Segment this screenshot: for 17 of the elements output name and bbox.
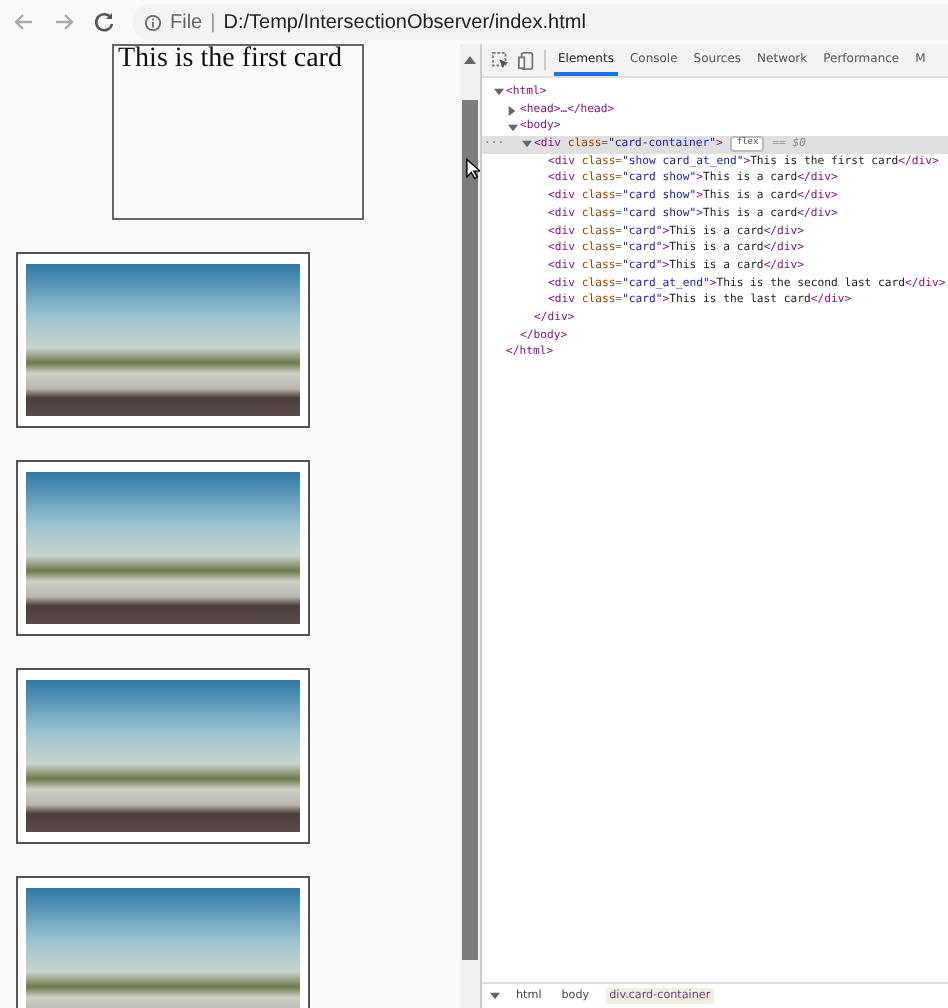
separator: | <box>210 11 216 33</box>
address-field[interactable]: File | D:/Temp/IntersectionObserver/index.html <box>132 4 948 40</box>
inspect-icon[interactable] <box>492 51 510 69</box>
collapse-icon[interactable] <box>490 992 500 1000</box>
expanded-icon[interactable] <box>494 88 504 97</box>
info-icon[interactable] <box>144 13 162 31</box>
expanded-icon[interactable] <box>522 140 532 149</box>
collapsed-icon[interactable] <box>508 105 516 116</box>
scrollbar-thumb[interactable] <box>462 100 478 960</box>
card-text: This is the first card <box>116 46 344 74</box>
expanded-icon[interactable] <box>508 123 518 132</box>
scroll-up-icon[interactable] <box>464 56 476 64</box>
url-text: D:/Temp/IntersectionObserver/index.html <box>223 11 586 33</box>
scrollbar[interactable] <box>460 44 480 1008</box>
scheme-label: File <box>170 11 203 33</box>
reload-icon[interactable] <box>92 10 116 34</box>
device-icon[interactable] <box>518 51 536 69</box>
